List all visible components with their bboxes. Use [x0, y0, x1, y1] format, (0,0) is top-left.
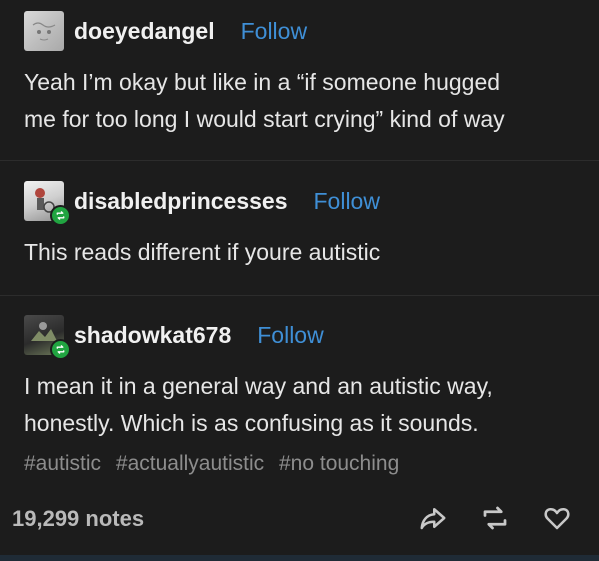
notes-count[interactable]: 19,299 notes [12, 506, 144, 532]
post-header: doeyedangel Follow [24, 11, 307, 51]
follow-button[interactable]: Follow [257, 322, 323, 349]
like-icon[interactable] [542, 503, 572, 533]
post-body: I mean it in a general way and an autist… [24, 368, 584, 442]
reblog-icon[interactable] [480, 503, 510, 533]
post-text-line: me for too long I would start crying” ki… [24, 106, 505, 132]
tag-list: #autistic #actuallyautistic #no touching [24, 452, 408, 476]
follow-button[interactable]: Follow [241, 18, 307, 45]
divider [0, 160, 599, 161]
avatar[interactable] [24, 315, 71, 360]
post-body: This reads different if youre autistic [24, 234, 584, 271]
username[interactable]: disabledprincesses [74, 188, 288, 215]
username[interactable]: shadowkat678 [74, 322, 231, 349]
bottom-bar [0, 555, 599, 561]
share-icon[interactable] [418, 503, 448, 533]
post-text-line: This reads different if youre autistic [24, 239, 381, 265]
avatar[interactable] [24, 11, 64, 51]
post-header: disabledprincesses Follow [24, 181, 380, 226]
avatar-sketch-icon [32, 22, 56, 41]
post-text-line: Yeah I’m okay but like in a “if someone … [24, 69, 501, 95]
tag-link[interactable]: #no touching [279, 452, 399, 475]
reblog-badge [50, 339, 71, 360]
username[interactable]: doeyedangel [74, 18, 215, 45]
divider [0, 295, 599, 296]
post-header: shadowkat678 Follow [24, 315, 324, 360]
post-text-line: I mean it in a general way and an autist… [24, 373, 493, 399]
post-text-line: honestly. Which is as confusing as it so… [24, 410, 479, 436]
reblog-badge [50, 205, 71, 226]
post-body: Yeah I’m okay but like in a “if someone … [24, 64, 584, 138]
reblog-icon [56, 211, 65, 220]
tag-link[interactable]: #autistic [24, 452, 101, 475]
reblog-icon [56, 345, 65, 354]
follow-button[interactable]: Follow [314, 188, 380, 215]
avatar[interactable] [24, 181, 71, 226]
tag-link[interactable]: #actuallyautistic [116, 452, 264, 475]
